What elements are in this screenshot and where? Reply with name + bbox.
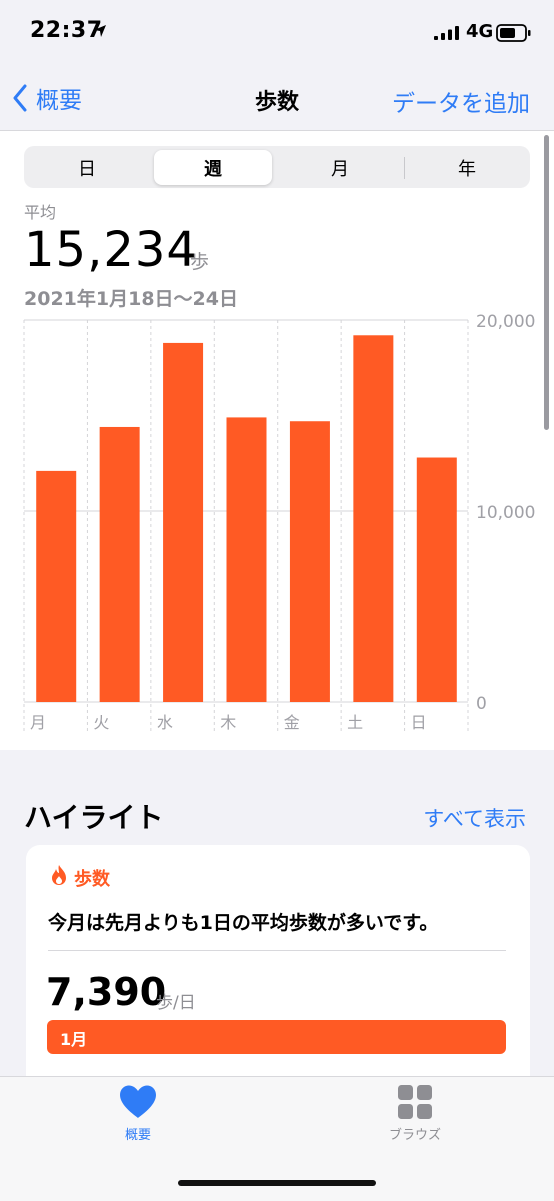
bar	[99, 426, 140, 702]
highlight-category: 歩数	[74, 869, 110, 890]
x-tick-label: 木	[220, 713, 236, 732]
bar	[353, 335, 394, 702]
y-tick-label: 20,000	[476, 312, 535, 332]
average-unit: 歩	[190, 251, 210, 273]
highlight-text: 今月は先月よりも1日の平均歩数が多いです。	[48, 912, 439, 934]
highlight-value: 7,390	[46, 970, 167, 1014]
x-tick-label: 土	[347, 713, 363, 732]
x-tick-label: 月	[30, 713, 46, 732]
status-time: 22:37	[30, 18, 103, 43]
x-tick-label: 火	[93, 713, 109, 732]
home-indicator[interactable]	[178, 1180, 376, 1186]
bar	[226, 417, 267, 702]
highlight-divider	[48, 950, 506, 951]
tab-browse-label: ブラウズ	[388, 1128, 441, 1143]
x-tick-label: 日	[411, 713, 427, 732]
x-tick-label: 水	[157, 713, 173, 732]
tab-summary[interactable]: 概要	[78, 1084, 198, 1143]
grid-icon	[398, 1085, 432, 1119]
bar	[163, 342, 204, 702]
tab-summary-label: 概要	[124, 1128, 151, 1143]
location-arrow-icon	[94, 25, 106, 37]
battery-icon	[496, 24, 531, 42]
y-tick-label: 0	[476, 694, 487, 714]
bar	[289, 421, 330, 702]
highlight-unit: 歩/日	[156, 993, 196, 1013]
show-all-link[interactable]: すべて表示	[423, 803, 526, 833]
segment-day[interactable]: 日	[28, 150, 146, 185]
signal-icon	[434, 26, 459, 40]
flame-icon	[52, 865, 66, 885]
network-type: 4G	[466, 21, 494, 42]
segment-year[interactable]: 年	[408, 150, 526, 185]
x-tick-label: 金	[284, 713, 300, 732]
segment-divider	[404, 157, 405, 179]
tab-browse[interactable]: ブラウズ	[355, 1084, 475, 1143]
segment-month[interactable]: 月	[281, 150, 399, 185]
heart-icon	[120, 1085, 156, 1118]
steps-bar-chart[interactable]: 20,000 10,000 0 月 火 水 木 金 土 日	[0, 300, 554, 740]
highlight-bar	[47, 1020, 506, 1054]
highlight-bar-label: 1月	[60, 1030, 88, 1049]
bar	[416, 457, 457, 702]
y-tick-label: 10,000	[476, 503, 535, 523]
add-data-button[interactable]: データを追加	[392, 84, 530, 118]
bar	[36, 470, 77, 702]
highlights-title: ハイライト	[24, 801, 164, 834]
segment-week[interactable]: 週	[154, 150, 272, 185]
average-value: 15,234	[24, 222, 198, 278]
average-label: 平均	[24, 203, 57, 222]
